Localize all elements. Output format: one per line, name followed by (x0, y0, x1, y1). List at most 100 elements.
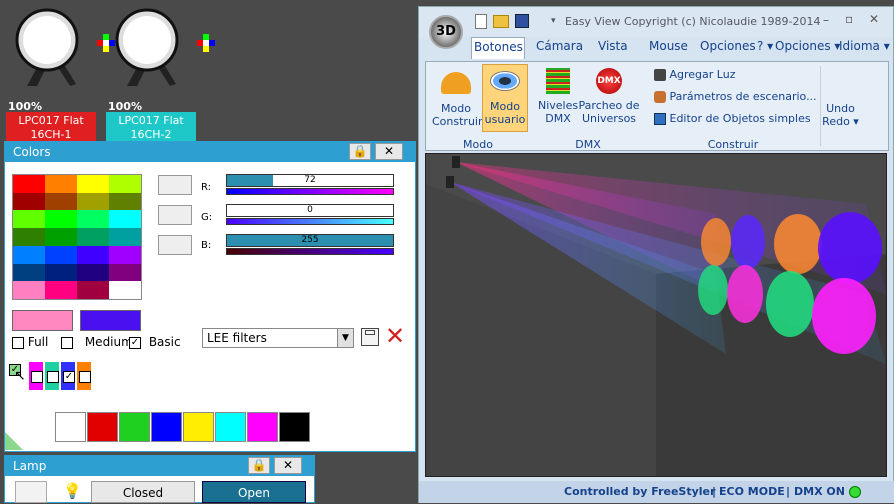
full-checkbox[interactable] (12, 336, 24, 349)
red-preset-button[interactable] (158, 175, 192, 195)
palette-swatch[interactable] (109, 175, 141, 193)
close-button[interactable]: ✕ (869, 12, 879, 26)
channel-checkbox[interactable] (31, 371, 43, 383)
medium-option[interactable]: Medium (61, 335, 133, 349)
tab-camara[interactable]: Cámara (536, 39, 583, 53)
delete-icon[interactable]: ✕ (385, 324, 405, 348)
tab-opciones[interactable]: Opciones (700, 39, 756, 53)
editor-objetos-button[interactable]: Editor de Objetos simples (654, 112, 811, 125)
palette-swatch[interactable] (77, 245, 109, 264)
open-button[interactable]: Open (202, 481, 306, 503)
fixture-2[interactable]: 100% LPC017 Flat 16CH-2 (106, 8, 200, 144)
palette-swatch[interactable] (45, 263, 77, 282)
tab-mouse[interactable]: Mouse (649, 39, 688, 53)
palette-swatch[interactable] (77, 210, 109, 229)
save-icon[interactable] (515, 14, 529, 28)
palette-swatch[interactable] (77, 175, 109, 193)
basic-color-swatch[interactable] (247, 412, 278, 442)
idioma-menu[interactable]: Idioma ▾ (839, 39, 890, 53)
basic-color-swatch[interactable] (215, 412, 246, 442)
closed-button[interactable]: Closed (91, 481, 195, 503)
close-icon[interactable]: ✕ (274, 457, 302, 474)
status-dmx[interactable]: DMX ON (794, 481, 845, 503)
palette-swatch[interactable] (13, 281, 45, 299)
palette-swatch[interactable] (45, 192, 77, 211)
minimize-button[interactable]: – (823, 13, 829, 27)
basic-color-swatch[interactable] (279, 412, 310, 442)
maximize-button[interactable]: ▫ (845, 12, 853, 26)
blue-slider[interactable]: 255 (226, 234, 394, 247)
undo-redo-button[interactable]: Undo Redo ▾ (820, 66, 860, 146)
easyview-titlebar[interactable]: 3D ▾ Easy View Copyright (c) Nicolaudie … (419, 7, 893, 49)
palette-swatch[interactable] (77, 281, 109, 299)
palette-swatch[interactable] (109, 228, 141, 246)
lock-icon[interactable]: 🔒 (248, 457, 270, 474)
lock-icon[interactable]: 🔒 (349, 143, 371, 160)
rgb-icon (197, 34, 215, 52)
parametros-escenario-button[interactable]: Parámetros de escenario... (654, 90, 817, 103)
palette-swatch[interactable] (13, 210, 45, 229)
save-icon[interactable] (361, 328, 379, 346)
tab-botones[interactable]: Botones e (471, 37, 525, 59)
opciones-menu[interactable]: Opciones ▾ (775, 39, 840, 53)
colors-window-title[interactable]: Colors 🔒 ✕ (5, 142, 415, 162)
channel-checkbox[interactable]: ✓ (63, 371, 75, 383)
green-preset-button[interactable] (158, 205, 192, 225)
medium-checkbox[interactable] (61, 336, 73, 349)
channel-checkbox[interactable] (47, 371, 59, 383)
palette-swatch[interactable] (45, 245, 77, 264)
basic-color-swatch[interactable] (55, 412, 86, 442)
fixture-1[interactable]: 100% LPC017 Flat 16CH-1 (6, 8, 100, 144)
lamp-window-title[interactable]: Lamp 🔒 ✕ (5, 456, 314, 476)
palette-swatch[interactable] (13, 175, 45, 193)
palette-swatch[interactable] (45, 210, 77, 229)
modo-usuario-button[interactable]: Modo usuario (482, 64, 528, 132)
blue-preset-button[interactable] (158, 235, 192, 255)
app-logo[interactable]: 3D (429, 15, 463, 49)
palette-swatch[interactable] (45, 281, 77, 299)
palette-swatch[interactable] (109, 192, 141, 211)
resize-grip-icon[interactable] (5, 432, 23, 450)
red-slider[interactable]: 72 (226, 174, 394, 187)
channel-checkbox[interactable] (79, 371, 91, 383)
palette-swatch[interactable] (109, 245, 141, 264)
niveles-dmx-button[interactable]: Niveles DMX (538, 68, 578, 132)
status-separator: | (712, 485, 717, 498)
help-menu[interactable]: ? ▾ (757, 39, 773, 53)
agregar-luz-button[interactable]: Agregar Luz (654, 68, 735, 81)
basic-color-swatch[interactable] (183, 412, 214, 442)
green-slider[interactable]: 0 (226, 204, 394, 217)
new-file-icon[interactable] (475, 14, 487, 29)
full-option[interactable]: Full (12, 335, 48, 349)
modo-construir-button[interactable]: Modo Construir (432, 68, 483, 132)
tab-vista[interactable]: Vista (598, 39, 628, 53)
close-icon[interactable]: ✕ (375, 143, 403, 160)
palette-swatch[interactable] (13, 228, 45, 246)
palette-swatch[interactable] (45, 228, 77, 246)
lamp-preset-button[interactable] (15, 481, 47, 503)
basic-color-swatch[interactable] (151, 412, 182, 442)
palette-swatch[interactable] (45, 175, 77, 193)
parcheo-universos-button[interactable]: DMX Parcheo de Universos (578, 68, 640, 132)
filter-select[interactable]: LEE filters ▼ (202, 328, 354, 348)
basic-color-swatch[interactable] (119, 412, 150, 442)
basic-color-swatch[interactable] (87, 412, 118, 442)
palette-swatch[interactable] (13, 263, 45, 282)
basic-option[interactable]: ✓ Basic (129, 335, 181, 349)
palette-swatch[interactable] (109, 263, 141, 282)
palette-swatch[interactable] (13, 245, 45, 264)
palette-swatch[interactable] (13, 192, 45, 211)
lamp-icon: 💡 (63, 482, 82, 500)
open-folder-icon[interactable] (493, 15, 509, 28)
status-eco[interactable]: ECO MODE (719, 481, 785, 503)
palette-swatch[interactable] (77, 228, 109, 246)
full-color-swatch[interactable] (12, 310, 73, 331)
current-color-swatch[interactable] (80, 310, 141, 331)
palette-swatch[interactable] (109, 281, 141, 299)
basic-checkbox[interactable]: ✓ (129, 336, 141, 349)
palette-swatch[interactable] (109, 210, 141, 229)
quick-access-menu-icon[interactable]: ▾ (551, 16, 556, 26)
palette-swatch[interactable] (77, 192, 109, 211)
3d-viewport[interactable] (425, 153, 887, 477)
palette-swatch[interactable] (77, 263, 109, 282)
